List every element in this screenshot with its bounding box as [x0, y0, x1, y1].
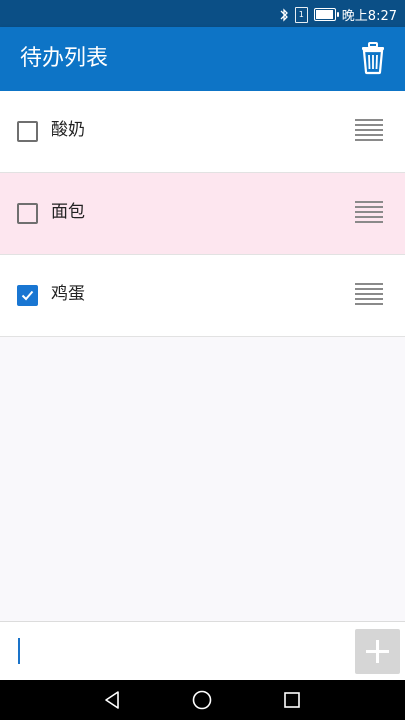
- back-icon[interactable]: [100, 688, 124, 712]
- todo-item[interactable]: 酸奶: [0, 91, 405, 173]
- home-icon[interactable]: [190, 688, 214, 712]
- system-nav-bar: [0, 680, 405, 720]
- recent-apps-icon[interactable]: [280, 688, 304, 712]
- checkbox-icon[interactable]: [17, 285, 38, 306]
- todo-app-screen: 1 晚上8:27 待办列表 酸奶 面包 鸡蛋: [0, 0, 405, 720]
- todo-label: 酸奶: [51, 120, 85, 140]
- status-bar: 1 晚上8:27: [0, 0, 405, 27]
- add-button[interactable]: [355, 629, 400, 674]
- trash-icon[interactable]: [357, 41, 389, 75]
- todo-item[interactable]: 面包: [0, 173, 405, 255]
- todo-label: 面包: [51, 202, 85, 222]
- drag-handle-icon[interactable]: [355, 201, 383, 223]
- battery-icon: [313, 8, 339, 21]
- app-bar: 待办列表: [0, 27, 405, 91]
- page-title: 待办列表: [20, 46, 109, 71]
- checkbox-icon[interactable]: [17, 121, 38, 142]
- status-time: 晚上8:27: [341, 9, 397, 24]
- status-icons: 1 晚上8:27: [279, 5, 397, 24]
- todo-list: 酸奶 面包 鸡蛋: [0, 91, 405, 337]
- drag-handle-icon[interactable]: [355, 283, 383, 305]
- new-todo-bar: [0, 621, 405, 681]
- check-mark-icon: [21, 290, 34, 301]
- todo-item[interactable]: 鸡蛋: [0, 255, 405, 337]
- new-todo-input[interactable]: [18, 638, 20, 664]
- sim-icon: 1: [294, 6, 308, 23]
- bluetooth-icon: [280, 7, 288, 22]
- todo-label: 鸡蛋: [51, 284, 85, 304]
- checkbox-icon[interactable]: [17, 203, 38, 224]
- drag-handle-icon[interactable]: [355, 119, 383, 141]
